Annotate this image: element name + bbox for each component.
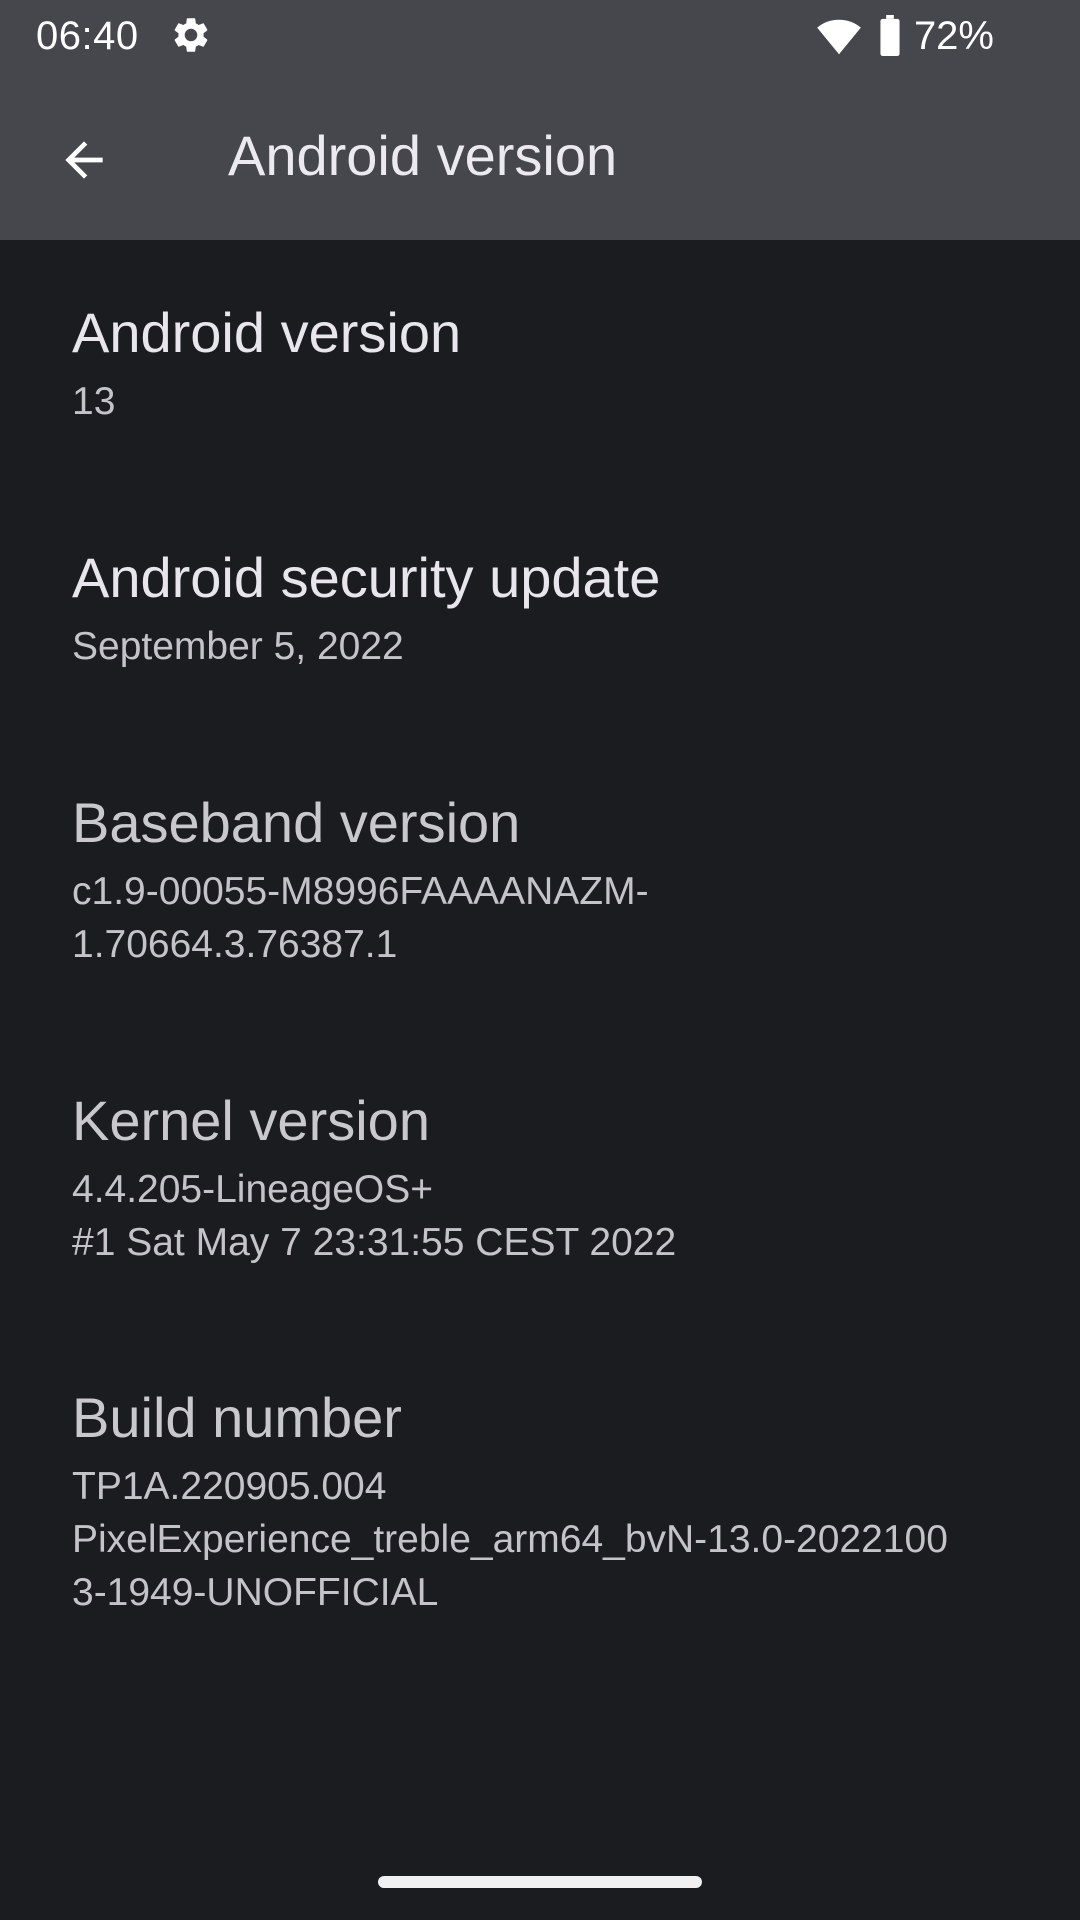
item-summary: 4.4.205-LineageOS+ #1 Sat May 7 23:31:55… bbox=[72, 1168, 677, 1264]
item-title: Android security update bbox=[72, 546, 661, 609]
back-button[interactable] bbox=[40, 116, 128, 204]
item-summary: TP1A.220905.004 PixelExperience_treble_a… bbox=[72, 1465, 948, 1614]
item-title: Baseband version bbox=[72, 791, 521, 854]
list-item-kernel-version: Kernel version 4.4.205-LineageOS+ #1 Sat… bbox=[0, 1087, 1080, 1269]
status-icons: 72% bbox=[816, 12, 994, 60]
list-item-android-version[interactable]: Android version 13 bbox=[0, 299, 1080, 428]
arrow-back-icon bbox=[65, 141, 103, 179]
list-item-security-update[interactable]: Android security update September 5, 202… bbox=[0, 544, 1080, 673]
item-title: Kernel version bbox=[72, 1089, 430, 1152]
item-title: Android version bbox=[72, 301, 462, 364]
wifi-icon bbox=[816, 16, 862, 56]
item-title: Build number bbox=[72, 1386, 402, 1449]
battery-percent: 72% bbox=[913, 14, 994, 58]
list-item-baseband-version: Baseband version c1.9-00055-M8996FAAAANA… bbox=[0, 789, 1080, 971]
item-summary: September 5, 2022 bbox=[72, 625, 404, 668]
page-title: Android version bbox=[228, 124, 618, 187]
battery-icon bbox=[878, 15, 902, 57]
app-bar: Android version bbox=[0, 72, 1080, 240]
android-version-screen: 06:40 72% Android version Android versio… bbox=[0, 0, 1080, 1920]
status-time: 06:40 bbox=[36, 14, 139, 58]
list-item-build-number[interactable]: Build number TP1A.220905.004 PixelExperi… bbox=[0, 1384, 1080, 1619]
gesture-navigation-handle[interactable] bbox=[378, 1876, 702, 1888]
item-summary: 13 bbox=[72, 380, 116, 423]
status-bar: 06:40 72% bbox=[0, 0, 1080, 72]
gear-icon bbox=[170, 14, 212, 56]
item-summary: c1.9-00055-M8996FAAAANAZM- 1.70664.3.763… bbox=[72, 870, 649, 966]
